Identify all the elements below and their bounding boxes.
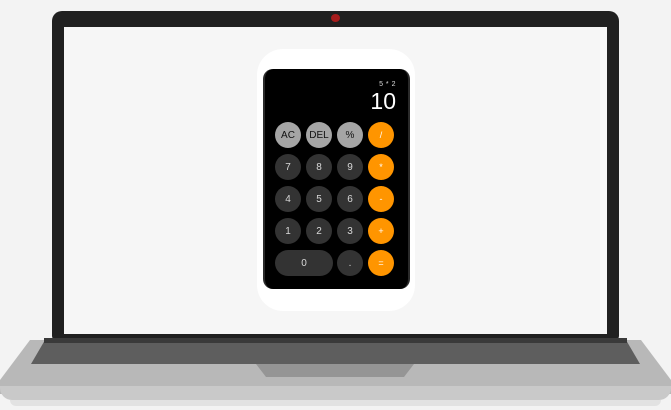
digit-2-button[interactable]: 2 — [306, 218, 332, 244]
percent-button[interactable]: % — [337, 122, 363, 148]
digit-7-button[interactable]: 7 — [275, 154, 301, 180]
digit-0-button[interactable]: 0 — [275, 250, 333, 276]
expression-display: 5 * 2 — [379, 81, 396, 88]
laptop-shadow — [10, 400, 661, 406]
digit-3-button[interactable]: 3 — [337, 218, 363, 244]
digit-5-button[interactable]: 5 — [306, 186, 332, 212]
delete-button[interactable]: DEL — [306, 122, 332, 148]
webcam-icon — [331, 14, 340, 22]
trackpad — [256, 364, 414, 377]
divide-button[interactable]: / — [368, 122, 394, 148]
digit-6-button[interactable]: 6 — [337, 186, 363, 212]
digit-9-button[interactable]: 9 — [337, 154, 363, 180]
digit-1-button[interactable]: 1 — [275, 218, 301, 244]
clear-button[interactable]: AC — [275, 122, 301, 148]
result-display: 10 — [370, 88, 396, 114]
add-button[interactable]: + — [368, 218, 394, 244]
digit-8-button[interactable]: 8 — [306, 154, 332, 180]
calculator-app: 5 * 2 10 AC DEL % / 7 8 9 * 4 5 6 - 1 2 … — [263, 69, 410, 289]
multiply-button[interactable]: * — [368, 154, 394, 180]
equals-button[interactable]: = — [368, 250, 394, 276]
laptop-base-edge — [0, 386, 671, 400]
decimal-button[interactable]: . — [337, 250, 363, 276]
digit-4-button[interactable]: 4 — [275, 186, 301, 212]
laptop-keyboard-area — [31, 340, 640, 364]
laptop-hinge — [44, 338, 627, 343]
subtract-button[interactable]: - — [368, 186, 394, 212]
